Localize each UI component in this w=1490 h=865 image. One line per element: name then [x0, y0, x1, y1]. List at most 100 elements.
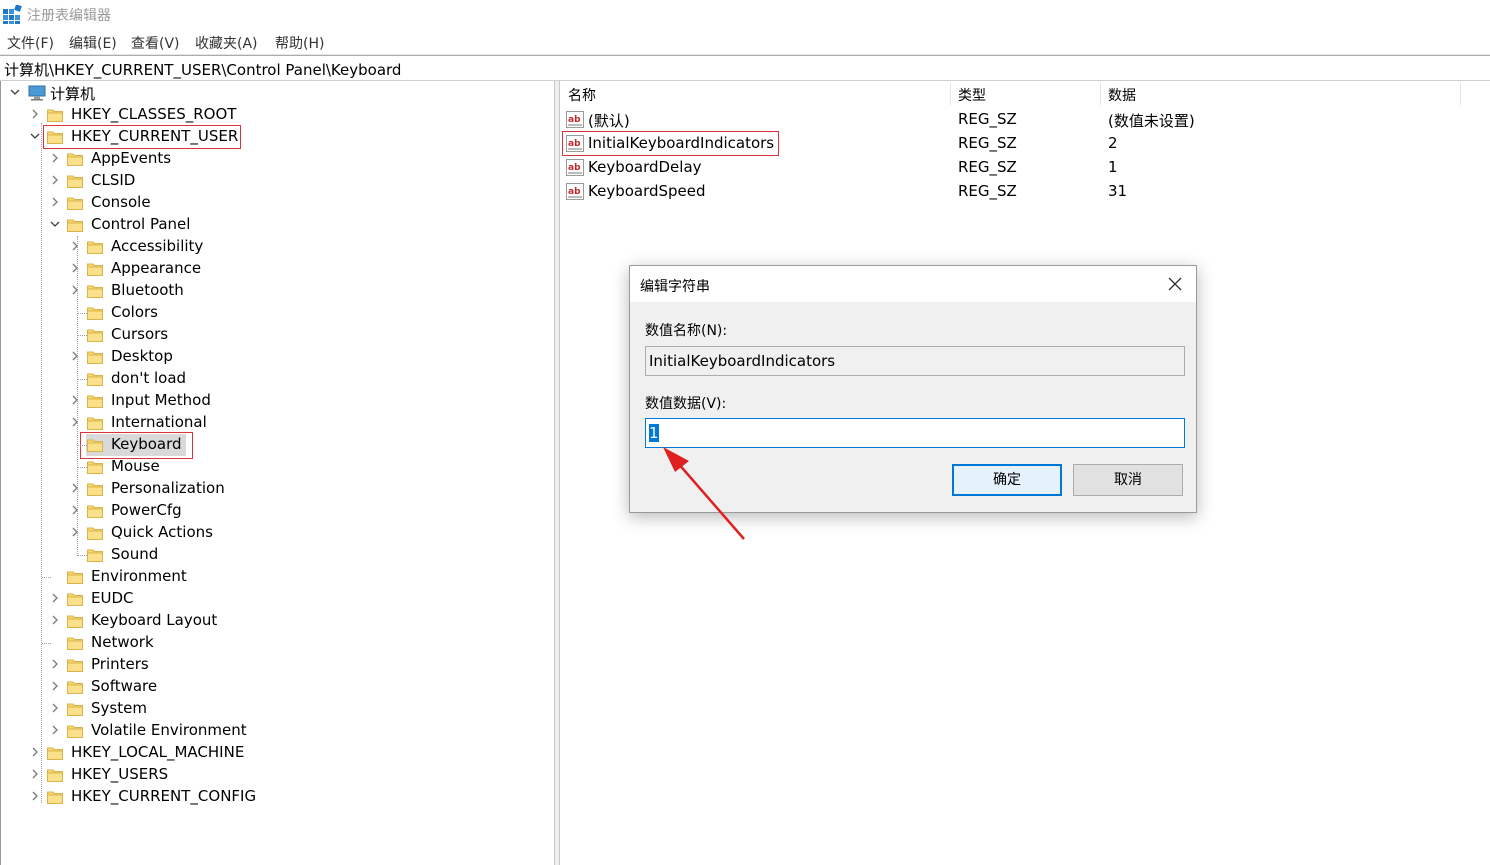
tree-item-computer[interactable]: 计算机	[8, 82, 208, 104]
tree-item-system[interactable]: System	[48, 698, 348, 720]
folder-icon	[47, 746, 63, 760]
chevron-right-icon[interactable]	[48, 657, 62, 671]
chevron-right-icon[interactable]	[48, 151, 62, 165]
address-path[interactable]: 计算机\HKEY_CURRENT_USER\Control Panel\Keyb…	[4, 59, 401, 80]
tree-item-control-panel[interactable]: Control Panel	[48, 214, 348, 236]
value-row[interactable]: KeyboardSpeed REG_SZ 31	[560, 180, 1490, 204]
tree-item-sound[interactable]: Sound	[68, 544, 368, 566]
chevron-down-icon[interactable]	[28, 129, 42, 143]
tree-item-label: don't load	[111, 369, 187, 387]
tree-item-label: Sound	[111, 545, 159, 563]
ok-button[interactable]: 确定	[952, 464, 1062, 496]
value-row[interactable]: InitialKeyboardIndicators REG_SZ 2	[560, 132, 1490, 156]
close-icon[interactable]	[1166, 275, 1184, 293]
chevron-right-icon[interactable]	[68, 349, 82, 363]
chevron-right-icon[interactable]	[48, 591, 62, 605]
tree-item-dont-load[interactable]: don't load	[68, 368, 368, 390]
column-separator[interactable]	[1100, 83, 1101, 105]
chevron-right-icon[interactable]	[68, 283, 82, 297]
chevron-right-icon[interactable]	[68, 415, 82, 429]
tree-item-keyboard-layout[interactable]: Keyboard Layout	[48, 610, 348, 632]
tree-item-appevents[interactable]: AppEvents	[48, 148, 348, 170]
column-header-type[interactable]: 类型	[958, 85, 986, 105]
chevron-right-icon[interactable]	[28, 789, 42, 803]
chevron-right-icon[interactable]	[48, 613, 62, 627]
tree-item-software[interactable]: Software	[48, 676, 348, 698]
tree-item-accessibility[interactable]: Accessibility	[68, 236, 368, 258]
address-bar[interactable]: 计算机\HKEY_CURRENT_USER\Control Panel\Keyb…	[0, 55, 1490, 81]
chevron-right-icon[interactable]	[48, 679, 62, 693]
edit-string-dialog: 编辑字符串 数值名称(N): 数值数据(V): 确定 取消	[629, 265, 1197, 513]
value-row[interactable]: (默认) REG_SZ (数值未设置)	[560, 108, 1490, 132]
menu-help[interactable]: 帮助(H)	[275, 33, 324, 53]
chevron-right-icon[interactable]	[28, 107, 42, 121]
tree-item-hkey-local-machine[interactable]: HKEY_LOCAL_MACHINE	[28, 742, 328, 764]
tree-item-mouse[interactable]: Mouse	[68, 456, 368, 478]
title-bar: 注册表编辑器	[0, 0, 1490, 30]
chevron-right-icon[interactable]	[28, 745, 42, 759]
value-row[interactable]: KeyboardDelay REG_SZ 1	[560, 156, 1490, 180]
column-header-name[interactable]: 名称	[568, 85, 596, 105]
tree-item-appearance[interactable]: Appearance	[68, 258, 368, 280]
menu-view[interactable]: 查看(V)	[131, 33, 180, 53]
tree-item-hkey-users[interactable]: HKEY_USERS	[28, 764, 328, 786]
tree-item-network[interactable]: Network	[42, 632, 348, 654]
tree-item-eudc[interactable]: EUDC	[48, 588, 348, 610]
chevron-down-icon[interactable]	[48, 217, 62, 231]
column-separator[interactable]	[1460, 83, 1461, 105]
dialog-title-bar[interactable]: 编辑字符串	[630, 266, 1196, 302]
tree-item-environment[interactable]: Environment	[42, 566, 348, 588]
chevron-right-icon[interactable]	[28, 767, 42, 781]
tree-item-console[interactable]: Console	[48, 192, 348, 214]
tree-item-hkey-classes-root[interactable]: HKEY_CLASSES_ROOT	[28, 104, 328, 126]
folder-icon	[87, 548, 103, 562]
tree-item-label: Cursors	[111, 325, 169, 343]
menu-edit[interactable]: 编辑(E)	[69, 33, 117, 53]
tree-item-keyboard[interactable]: Keyboard	[68, 434, 368, 456]
value-data: 1	[1108, 158, 1118, 176]
tree-item-personalization[interactable]: Personalization	[68, 478, 368, 500]
column-separator[interactable]	[950, 83, 951, 105]
chevron-right-icon[interactable]	[68, 525, 82, 539]
menu-file[interactable]: 文件(F)	[7, 33, 54, 53]
tree-item-input-method[interactable]: Input Method	[68, 390, 368, 412]
key-tree[interactable]: 计算机 HKEY_CLASSES_ROOT HKEY_CURRENT_USER …	[0, 81, 555, 865]
chevron-right-icon[interactable]	[68, 239, 82, 253]
chevron-right-icon[interactable]	[68, 261, 82, 275]
value-type: REG_SZ	[958, 134, 1017, 152]
value-data-field[interactable]	[645, 418, 1185, 448]
cancel-button[interactable]: 取消	[1073, 464, 1183, 496]
value-type: REG_SZ	[958, 158, 1017, 176]
value-data-label: 数值数据(V):	[645, 396, 727, 412]
menu-favorites[interactable]: 收藏夹(A)	[195, 33, 258, 53]
tree-item-volatile-environment[interactable]: Volatile Environment	[48, 720, 348, 742]
chevron-right-icon[interactable]	[48, 173, 62, 187]
tree-item-desktop[interactable]: Desktop	[68, 346, 368, 368]
chevron-down-icon[interactable]	[8, 85, 22, 99]
folder-icon	[47, 108, 63, 122]
tree-item-powercfg[interactable]: PowerCfg	[68, 500, 368, 522]
chevron-right-icon[interactable]	[48, 701, 62, 715]
tree-item-label: Desktop	[111, 347, 173, 365]
tree-item-quick-actions[interactable]: Quick Actions	[68, 522, 368, 544]
value-name-field[interactable]	[645, 346, 1185, 376]
tree-item-hkey-current-user[interactable]: HKEY_CURRENT_USER	[28, 126, 328, 148]
tree-item-hkey-current-config[interactable]: HKEY_CURRENT_CONFIG	[28, 786, 328, 808]
chevron-right-icon[interactable]	[48, 723, 62, 737]
folder-icon	[87, 394, 103, 408]
tree-item-international[interactable]: International	[68, 412, 368, 434]
value-data: 2	[1108, 134, 1118, 152]
computer-icon	[28, 85, 46, 101]
chevron-right-icon[interactable]	[48, 195, 62, 209]
tree-item-printers[interactable]: Printers	[48, 654, 348, 676]
column-header-data[interactable]: 数据	[1108, 85, 1136, 105]
chevron-right-icon[interactable]	[68, 481, 82, 495]
folder-icon	[87, 350, 103, 364]
tree-item-bluetooth[interactable]: Bluetooth	[68, 280, 368, 302]
tree-item-cursors[interactable]: Cursors	[68, 324, 368, 346]
tree-item-label: Accessibility	[111, 237, 204, 255]
tree-item-colors[interactable]: Colors	[68, 302, 368, 324]
chevron-right-icon[interactable]	[68, 393, 82, 407]
tree-item-clsid[interactable]: CLSID	[48, 170, 348, 192]
chevron-right-icon[interactable]	[68, 503, 82, 517]
